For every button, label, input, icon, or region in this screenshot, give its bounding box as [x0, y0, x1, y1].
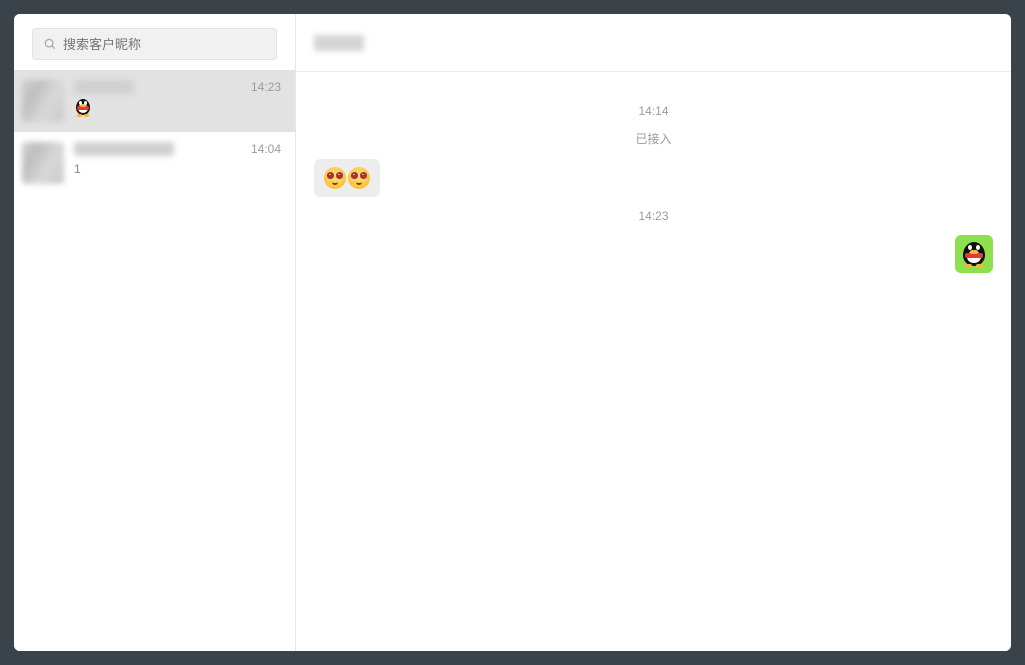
message-bubble[interactable]: [314, 159, 380, 197]
conversation-name: [74, 80, 134, 94]
message-row: [314, 235, 993, 273]
conversation-preview: [74, 98, 281, 116]
conversation-preview: 1: [74, 160, 281, 178]
message-bubble[interactable]: [955, 235, 993, 273]
penguin-icon: [961, 241, 987, 267]
angry-eyes-emoji: [348, 167, 370, 189]
avatar: [22, 80, 64, 122]
conversation-item[interactable]: 14:23: [14, 70, 295, 132]
timestamp: 14:14: [314, 104, 993, 118]
conversation-name: [74, 142, 174, 156]
message-row: [314, 159, 993, 197]
search-box[interactable]: [32, 28, 277, 60]
search-wrap: [14, 14, 295, 70]
conversation-time: 14:04: [251, 142, 281, 156]
conversation-meta: 14:23: [74, 80, 281, 116]
chat-window: 14:23 14:04: [14, 14, 1011, 651]
angry-eyes-emoji: [324, 167, 346, 189]
chat-panel: 14:14 已接入 14:23: [296, 14, 1011, 651]
timestamp: 14:23: [314, 209, 993, 223]
chat-body[interactable]: 14:14 已接入 14:23: [296, 72, 1011, 651]
search-icon: [43, 37, 57, 51]
sidebar: 14:23 14:04: [14, 14, 296, 651]
conversation-meta: 14:04 1: [74, 142, 281, 178]
conversation-time: 14:23: [251, 80, 281, 94]
avatar: [22, 142, 64, 184]
system-message: 已接入: [314, 130, 993, 147]
search-input[interactable]: [63, 37, 266, 52]
chat-header: [296, 14, 1011, 72]
conversation-item[interactable]: 14:04 1: [14, 132, 295, 194]
conversation-list: 14:23 14:04: [14, 70, 295, 651]
penguin-icon: [74, 98, 92, 116]
chat-title: [314, 35, 364, 51]
